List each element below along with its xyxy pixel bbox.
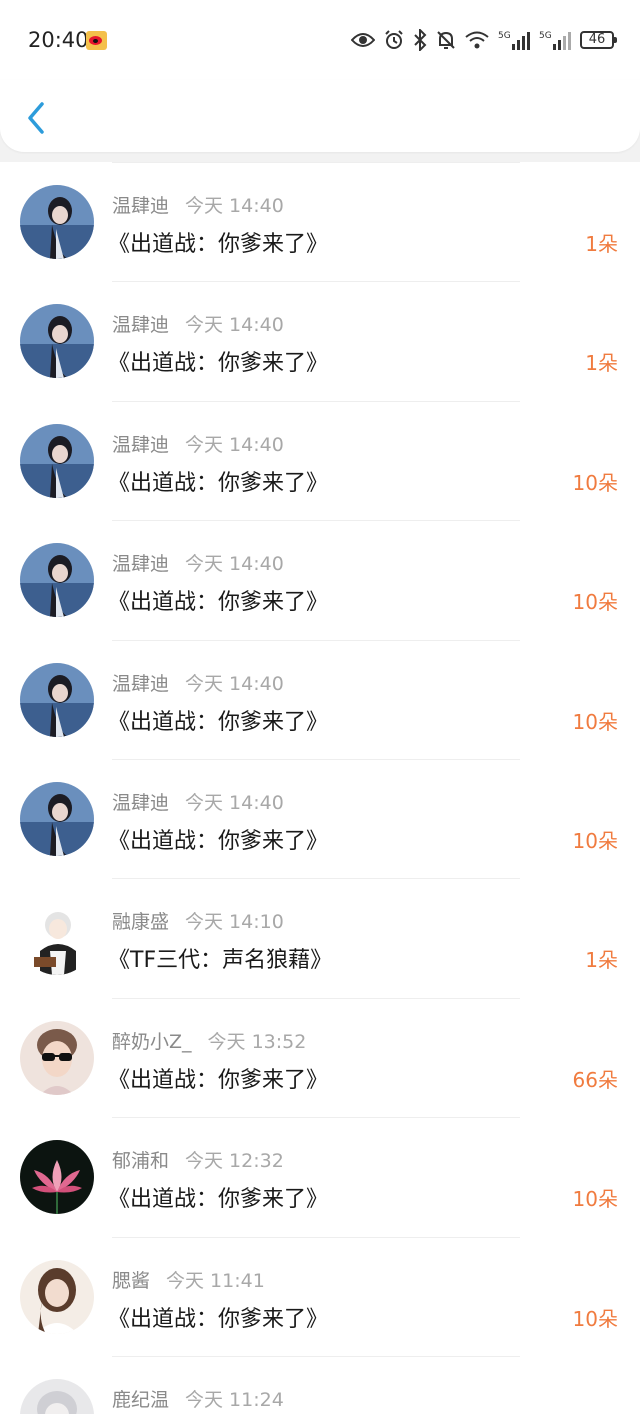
item-meta: 温肆迪 今天 14:40 — [112, 191, 284, 218]
avatar[interactable] — [20, 185, 94, 259]
flower-count: 10朵 — [572, 709, 618, 734]
timestamp: 今天 14:40 — [185, 195, 284, 217]
eye-icon — [351, 33, 375, 47]
user-name[interactable]: 温肆迪 — [112, 434, 169, 456]
work-title: 《出道战：你爹来了》 — [108, 1187, 329, 1213]
flower-count: 10朵 — [572, 590, 618, 615]
bluetooth-icon — [414, 29, 427, 51]
timestamp: 今天 14:40 — [185, 791, 284, 814]
work-title: 《出道战：你爹来了》 — [108, 709, 329, 735]
work-title: 《出道战：你爹来了》 — [108, 232, 329, 257]
timestamp: 今天 14:40 — [185, 433, 284, 456]
svg-text:5G: 5G — [498, 31, 511, 41]
timestamp: 今天 14:40 — [185, 672, 284, 695]
work-title: 《出道战：你爹来了》 — [108, 470, 329, 496]
gift-list: 温肆迪 今天 14:40 《出道战：你爹来了》 1朵 温肆迪 今天 14:40 《出道战：你… — [0, 162, 640, 1414]
back-button[interactable] — [18, 98, 54, 138]
work-title: 《出道战：你爹来了》 — [108, 590, 329, 616]
flower-count: 1朵 — [585, 351, 618, 376]
timestamp: 今天 14:10 — [185, 911, 284, 934]
user-name[interactable]: 温肆迪 — [112, 314, 169, 336]
item-meta: 温肆迪 今天 14:40 — [112, 310, 284, 337]
status-time: 20:40 — [28, 28, 89, 52]
work-title: 《出道战：你爹来了》 — [108, 1306, 329, 1332]
svg-text:5G: 5G — [539, 31, 552, 41]
status-bar: 20:40 5G 5G 46 — [0, 0, 640, 80]
list-item[interactable]: 温肆迪 今天 14:40 《出道战：你爹来了》 10朵 — [0, 639, 640, 759]
user-name[interactable]: 融康盛 — [112, 911, 169, 933]
user-name[interactable]: 醉奶小Z_ — [112, 1031, 192, 1053]
item-meta: 温肆迪 今天 14:40 — [112, 669, 284, 696]
item-meta: 融康盛 今天 14:10 — [112, 907, 284, 934]
user-name[interactable]: 温肆迪 — [112, 195, 169, 217]
weibo-notification-icon — [86, 31, 107, 50]
timestamp: 今天 12:32 — [185, 1150, 284, 1173]
timestamp: 今天 14:40 — [185, 553, 284, 576]
user-name[interactable]: 腮酱 — [112, 1270, 150, 1292]
list-item[interactable]: 温肆迪 今天 14:40 《出道战：你爹来了》 10朵 — [0, 520, 640, 639]
list-item[interactable]: 醉奶小Z_ 今天 13:52 《出道战：你爹来了》 66朵 — [0, 997, 640, 1117]
flower-count: 10朵 — [572, 1187, 618, 1212]
avatar[interactable] — [20, 1259, 94, 1334]
list-item[interactable]: 融康盛 今天 14:10 《TF三代：声名狼藉》 1朵 — [0, 878, 640, 997]
list-item[interactable]: 温肆迪 今天 14:40 《出道战：你爹来了》 1朵 — [0, 162, 640, 281]
status-icons: 5G 5G 46 — [351, 28, 617, 52]
list-item[interactable]: 温肆迪 今天 14:40 《出道战：你爹来了》 10朵 — [0, 400, 640, 520]
avatar[interactable] — [20, 901, 94, 976]
avatar[interactable] — [20, 662, 94, 737]
item-meta: 温肆迪 今天 14:40 — [112, 549, 284, 576]
list-item[interactable]: 温肆迪 今天 14:40 《出道战：你爹来了》 1朵 — [0, 281, 640, 400]
avatar[interactable] — [20, 1020, 94, 1095]
avatar[interactable] — [20, 423, 94, 498]
timestamp: 今天 11:24 — [185, 1388, 284, 1411]
chevron-left-icon — [28, 102, 44, 134]
timestamp: 今天 11:41 — [166, 1269, 265, 1292]
user-name[interactable]: 鹿纪温 — [112, 1389, 169, 1411]
list-item[interactable]: 温肆迪 今天 14:40 《出道战：你爹来了》 10朵 — [0, 758, 640, 878]
item-meta: 郁浦和 今天 12:32 — [112, 1146, 284, 1173]
user-name[interactable]: 温肆迪 — [112, 673, 169, 695]
wifi-icon — [465, 31, 489, 49]
item-meta: 醉奶小Z_ 今天 13:52 — [112, 1027, 306, 1054]
user-name[interactable]: 郁浦和 — [112, 1150, 169, 1172]
mute-bell-icon — [437, 31, 455, 49]
work-title: 《出道战：你爹来了》 — [108, 828, 329, 854]
user-name[interactable]: 温肆迪 — [112, 553, 169, 575]
flower-count: 1朵 — [585, 232, 618, 256]
item-meta: 鹿纪温 今天 11:24 — [112, 1385, 284, 1412]
flower-count: 10朵 — [572, 1306, 618, 1331]
battery-icon: 46 — [580, 31, 617, 49]
flower-count: 10朵 — [572, 470, 618, 495]
signal-5g-icon: 5G — [498, 31, 530, 50]
list-item[interactable]: 鹿纪温 今天 11:24 — [0, 1355, 640, 1414]
header — [0, 80, 640, 152]
list-item[interactable]: 腮酱 今天 11:41 《出道战：你爹来了》 10朵 — [0, 1236, 640, 1356]
alarm-icon — [385, 30, 403, 49]
work-title: 《出道战：你爹来了》 — [108, 1067, 329, 1093]
work-title: 《出道战：你爹来了》 — [108, 351, 329, 377]
list-item[interactable]: 郁浦和 今天 12:32 《出道战：你爹来了》 10朵 — [0, 1117, 640, 1236]
item-meta: 腮酱 今天 11:41 — [112, 1266, 265, 1293]
flower-count: 10朵 — [572, 828, 618, 853]
avatar[interactable] — [20, 1378, 94, 1414]
signal-5g-icon-2: 5G — [539, 31, 571, 50]
avatar[interactable] — [20, 304, 94, 379]
flower-count: 66朵 — [572, 1067, 618, 1092]
timestamp: 今天 13:52 — [207, 1030, 307, 1053]
flower-count: 1朵 — [585, 948, 618, 973]
item-meta: 温肆迪 今天 14:40 — [112, 788, 284, 815]
avatar[interactable] — [20, 543, 94, 618]
avatar[interactable] — [20, 781, 94, 856]
item-meta: 温肆迪 今天 14:40 — [112, 430, 284, 457]
user-name[interactable]: 温肆迪 — [112, 792, 169, 814]
avatar[interactable] — [20, 1140, 94, 1215]
timestamp: 今天 14:40 — [185, 314, 284, 337]
work-title: 《TF三代：声名狼藉》 — [108, 948, 333, 974]
